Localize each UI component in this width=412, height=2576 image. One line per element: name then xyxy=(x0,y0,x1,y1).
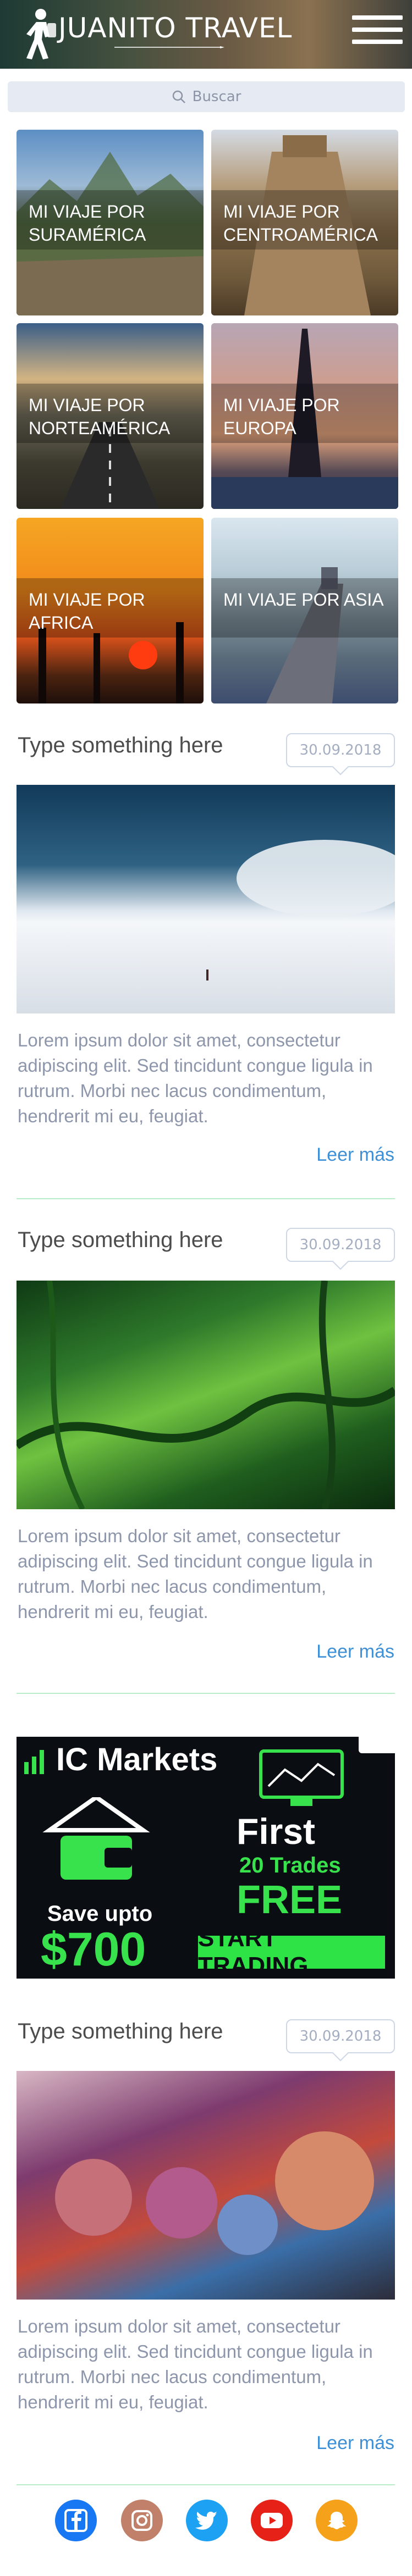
tile-asia[interactable]: MI VIAJE POR ASIA xyxy=(211,518,398,703)
youtube-icon[interactable] xyxy=(251,2500,293,2541)
tile-europa[interactable]: MI VIAJE POR EUROPA xyxy=(211,323,398,509)
tile-label: MI VIAJE POR ASIA xyxy=(223,590,384,610)
ad-choices-icon[interactable] xyxy=(359,1737,395,1753)
tile-label: MI VIAJE POR AFRICA xyxy=(29,590,145,633)
divider xyxy=(17,1693,395,1694)
brand-title[interactable]: JUANITO TRAVEL xyxy=(58,12,292,44)
hamburger-menu-icon[interactable] xyxy=(352,15,403,51)
ad-line-2: 20 Trades xyxy=(239,1853,341,1877)
tile-norteamerica[interactable]: MI VIAJE POR NORTEAMÉRICA xyxy=(17,323,204,509)
brand-underline xyxy=(114,46,224,48)
ad-line-1: First xyxy=(237,1811,316,1852)
post-title[interactable]: Type something here xyxy=(18,2019,223,2044)
post-image-salt-flat[interactable] xyxy=(17,785,395,1013)
app-header: JUANITO TRAVEL xyxy=(0,0,412,69)
search-icon xyxy=(172,90,185,103)
post-title[interactable]: Type something here xyxy=(18,733,223,758)
tile-africa[interactable]: MI VIAJE POR AFRICA xyxy=(17,518,204,703)
divider xyxy=(17,1198,395,1199)
instagram-icon[interactable] xyxy=(121,2500,163,2541)
ad-line-3: FREE xyxy=(237,1878,343,1922)
tile-centroamerica[interactable]: MI VIAJE POR CENTROAMÉRICA xyxy=(211,130,398,315)
post-date-badge: 30.09.2018 xyxy=(286,733,395,767)
ad-amount: $700 xyxy=(41,1923,146,1976)
read-more-link[interactable]: Leer más xyxy=(316,1641,394,1663)
advertisement-banner[interactable]: IC Markets First 20 Trades FREE Save upt… xyxy=(17,1737,395,1979)
tile-label: MI VIAJE POR CENTROAMÉRICA xyxy=(223,202,378,245)
start-trading-button[interactable]: START TRADING xyxy=(198,1925,385,1979)
post-title[interactable]: Type something here xyxy=(18,1228,223,1253)
snapchat-icon[interactable] xyxy=(316,2500,358,2541)
tile-suramerica[interactable]: MI VIAJE POR SURAMÉRICA xyxy=(17,130,204,315)
chart-monitor-icon xyxy=(259,1749,344,1806)
read-more-link[interactable]: Leer más xyxy=(316,2433,394,2454)
divider xyxy=(17,2484,395,2485)
post-image-jungle[interactable] xyxy=(17,1281,395,1509)
post-image-color-festival[interactable] xyxy=(17,2071,395,2300)
facebook-icon[interactable] xyxy=(55,2500,97,2541)
icmarkets-logo-icon xyxy=(24,1750,44,1774)
ad-brand: IC Markets xyxy=(56,1742,218,1777)
twitter-icon[interactable] xyxy=(186,2500,228,2541)
read-more-link[interactable]: Leer más xyxy=(316,1144,394,1166)
post-excerpt: Lorem ipsum dolor sit amet, consectetur … xyxy=(18,1030,373,1126)
traveler-logo-icon[interactable] xyxy=(14,8,65,60)
tile-label: MI VIAJE POR SURAMÉRICA xyxy=(29,202,146,245)
post-date-badge: 30.09.2018 xyxy=(286,1228,395,1262)
post-date-badge: 30.09.2018 xyxy=(286,2019,395,2053)
search-input[interactable]: Buscar xyxy=(8,81,405,112)
post-excerpt: Lorem ipsum dolor sit amet, consectetur … xyxy=(18,1526,373,1622)
post-excerpt: Lorem ipsum dolor sit amet, consectetur … xyxy=(18,2316,373,2412)
tile-label: MI VIAJE POR NORTEAMÉRICA xyxy=(29,395,171,438)
search-placeholder: Buscar xyxy=(192,88,241,105)
tile-label: MI VIAJE POR EUROPA xyxy=(223,395,340,438)
wallet-house-icon xyxy=(42,1797,150,1880)
